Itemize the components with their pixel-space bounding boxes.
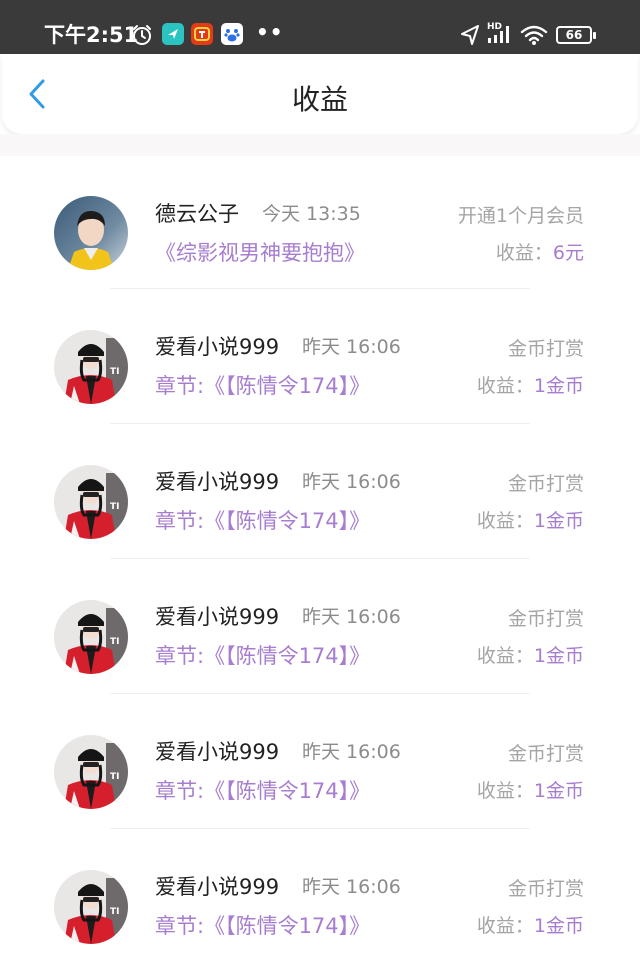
svg-text:TI: TI — [110, 637, 120, 647]
baidu-app-icon — [221, 23, 243, 45]
avatar — [54, 196, 128, 270]
avatar: TI — [54, 600, 128, 674]
earning-label: 收益： — [476, 915, 534, 937]
earning-type: 金币打赏 — [507, 743, 584, 765]
earning-type: 金币打赏 — [507, 473, 584, 495]
timestamp: 今天 13:35 — [262, 203, 361, 225]
chapter-link[interactable]: 章节:《【陈情令174】》 — [155, 508, 370, 534]
chapter-link[interactable]: 章节:《【陈情令174】》 — [155, 778, 370, 804]
earning-value: 1金币 — [533, 645, 584, 667]
list-item[interactable]: TI 爱看小说999 昨天 16:06 章节:《【陈情令174】》 金币打赏 收… — [0, 289, 640, 424]
earning-amount: 收益：1金币 — [477, 508, 584, 534]
timestamp: 昨天 16:06 — [302, 741, 401, 763]
earning-value: 1金币 — [533, 510, 584, 532]
location-app-icon — [162, 23, 184, 45]
work-title-link[interactable]: 《综影视男神要抱抱》 — [155, 240, 365, 266]
status-time: 下午2:51 — [44, 23, 139, 47]
list-item[interactable]: 德云公子 今天 13:35 《综影视男神要抱抱》 开通1个月会员 收益：6元 — [0, 156, 640, 289]
user-name: 爱看小说999 — [155, 875, 280, 899]
earning-amount: 收益：1金币 — [477, 643, 584, 669]
svg-text:TI: TI — [110, 502, 120, 512]
user-name: 爱看小说999 — [155, 335, 280, 359]
section-gap — [0, 134, 640, 156]
earning-amount: 收益：1金币 — [477, 373, 584, 399]
earning-amount: 收益：1金币 — [477, 913, 584, 939]
svg-text:TI: TI — [110, 367, 120, 377]
earning-label: 收益： — [495, 242, 553, 264]
user-name: 德云公子 — [155, 202, 239, 226]
timestamp: 昨天 16:06 — [302, 336, 401, 358]
earning-type: 开通1个月会员 — [457, 205, 584, 227]
user-name: 爱看小说999 — [155, 470, 280, 494]
earning-value: 6元 — [552, 242, 584, 264]
earning-label: 收益： — [476, 510, 534, 532]
user-name: 爱看小说999 — [155, 740, 280, 764]
list-item[interactable]: TI 爱看小说999 昨天 16:06 章节:《【陈情令174】》 金币打赏 收… — [0, 829, 640, 962]
more-notifications-icon: •• — [256, 20, 284, 44]
timestamp: 昨天 16:06 — [302, 876, 401, 898]
svg-text:TI: TI — [110, 772, 120, 782]
chapter-link[interactable]: 章节:《【陈情令174】》 — [155, 913, 370, 939]
avatar: TI — [54, 870, 128, 944]
earning-label: 收益： — [476, 375, 534, 397]
earning-type: 金币打赏 — [507, 338, 584, 360]
user-name: 爱看小说999 — [155, 605, 280, 629]
wifi-icon — [520, 25, 548, 45]
battery-icon: 66 — [556, 26, 596, 44]
cellular-signal-icon: HD — [487, 22, 509, 43]
earning-amount: 收益：1金币 — [477, 778, 584, 804]
timestamp: 昨天 16:06 — [302, 471, 401, 493]
earning-type: 金币打赏 — [507, 608, 584, 630]
earning-label: 收益： — [476, 780, 534, 802]
earning-value: 1金币 — [533, 375, 584, 397]
earning-amount: 收益：6元 — [496, 240, 584, 266]
list-item[interactable]: TI 爱看小说999 昨天 16:06 章节:《【陈情令174】》 金币打赏 收… — [0, 694, 640, 829]
list-item[interactable]: TI 爱看小说999 昨天 16:06 章节:《【陈情令174】》 金币打赏 收… — [0, 424, 640, 559]
list-item[interactable]: TI 爱看小说999 昨天 16:06 章节:《【陈情令174】》 金币打赏 收… — [0, 559, 640, 694]
earnings-list: 德云公子 今天 13:35 《综影视男神要抱抱》 开通1个月会员 收益：6元 T… — [0, 156, 640, 962]
earning-value: 1金币 — [533, 780, 584, 802]
avatar: TI — [54, 465, 128, 539]
battery-level: 66 — [565, 28, 583, 42]
hd-label: HD — [487, 22, 502, 32]
location-arrow-icon — [461, 25, 479, 45]
status-bar: 下午2:51 •• HD 66 — [0, 0, 640, 54]
avatar: TI — [54, 330, 128, 404]
alarm-icon — [133, 25, 151, 45]
earning-value: 1金币 — [533, 915, 584, 937]
chapter-link[interactable]: 章节:《【陈情令174】》 — [155, 643, 370, 669]
header: 收益 — [2, 54, 638, 134]
chapter-link[interactable]: 章节:《【陈情令174】》 — [155, 373, 370, 399]
earning-label: 收益： — [476, 645, 534, 667]
timestamp: 昨天 16:06 — [302, 606, 401, 628]
avatar: TI — [54, 735, 128, 809]
page-title: 收益 — [291, 83, 348, 116]
svg-text:TI: TI — [110, 907, 120, 917]
earning-type: 金币打赏 — [507, 878, 584, 900]
taobao-app-icon — [191, 23, 213, 45]
